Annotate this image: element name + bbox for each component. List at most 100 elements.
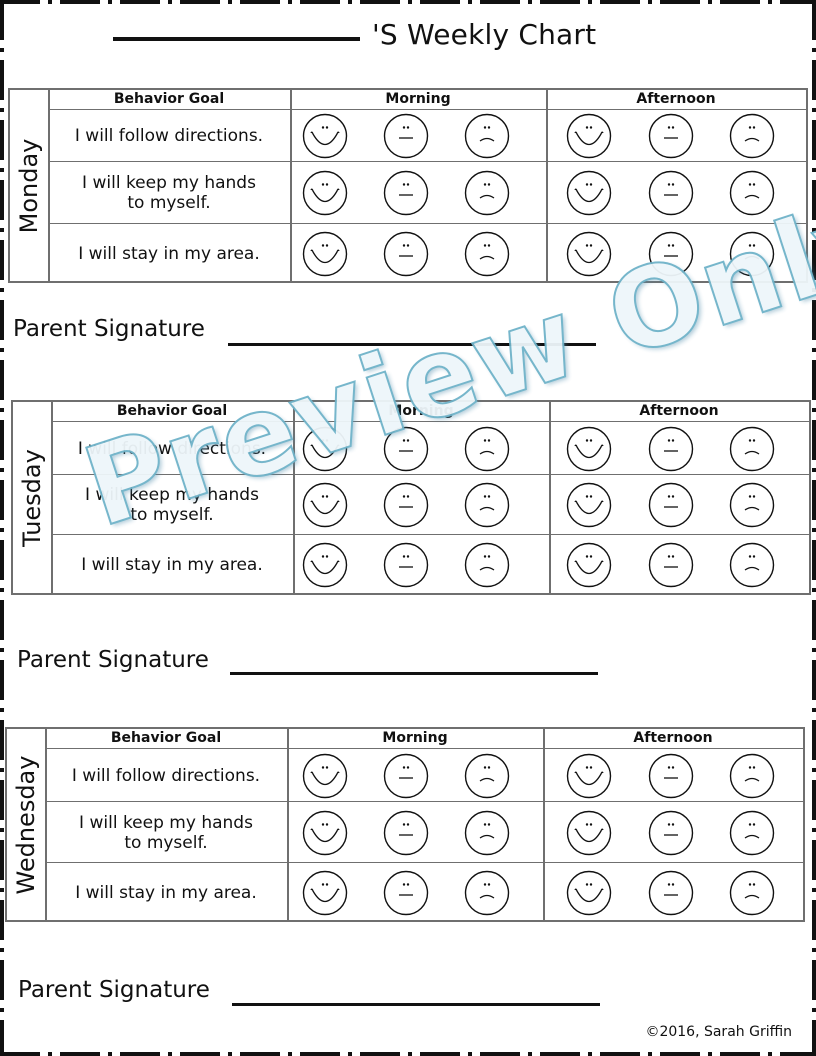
sad-face-icon[interactable]: [729, 113, 775, 159]
neutral-face-icon[interactable]: [648, 170, 694, 216]
column-divider: [287, 729, 289, 920]
behavior-goal-text: I will keep my hands to myself.: [79, 812, 253, 853]
neutral-face-icon[interactable]: [383, 482, 429, 528]
sad-face-icon[interactable]: [729, 170, 775, 216]
happy-face-icon[interactable]: [566, 231, 612, 277]
chart-title: 'S Weekly Chart: [0, 10, 816, 51]
neutral-face-icon[interactable]: [648, 870, 694, 916]
happy-face-icon[interactable]: [302, 482, 348, 528]
column-divider: [549, 402, 551, 593]
column-divider: [293, 402, 295, 593]
parent-signature-line[interactable]: [232, 1003, 600, 1006]
neutral-face-icon[interactable]: [383, 810, 429, 856]
happy-face-icon[interactable]: [566, 870, 612, 916]
page-border-top: [0, 0, 816, 4]
sad-face-icon[interactable]: [729, 810, 775, 856]
header-behavior-goal: Behavior Goal: [48, 90, 290, 110]
sad-face-icon[interactable]: [729, 542, 775, 588]
day-column: Monday: [10, 90, 50, 281]
behavior-goal-text: I will follow directions.: [77, 439, 267, 459]
sad-face-icon[interactable]: [464, 113, 510, 159]
sad-face-icon[interactable]: [464, 810, 510, 856]
happy-face-icon[interactable]: [302, 810, 348, 856]
happy-face-icon[interactable]: [302, 113, 348, 159]
behavior-table-tuesday: Tuesday Behavior Goal Morning Afternoon I wi…: [11, 400, 811, 595]
sad-face-icon[interactable]: [729, 482, 775, 528]
header-morning: Morning: [290, 90, 546, 110]
behavior-goal-text: I will keep my hands to myself.: [85, 485, 259, 525]
column-divider: [546, 90, 548, 281]
parent-signature-label: Parent Signature: [18, 977, 210, 1003]
day-label: Monday: [15, 138, 43, 233]
sad-face-icon[interactable]: [729, 426, 775, 472]
parent-signature-label: Parent Signature: [13, 316, 205, 342]
neutral-face-icon[interactable]: [648, 482, 694, 528]
header-behavior-goal: Behavior Goal: [45, 729, 287, 749]
sad-face-icon[interactable]: [464, 542, 510, 588]
sad-face-icon[interactable]: [464, 426, 510, 472]
happy-face-icon[interactable]: [302, 870, 348, 916]
day-column: Wednesday: [7, 729, 47, 920]
neutral-face-icon[interactable]: [648, 113, 694, 159]
neutral-face-icon[interactable]: [648, 231, 694, 277]
happy-face-icon[interactable]: [566, 426, 612, 472]
column-divider: [290, 90, 292, 281]
behavior-table-monday: Monday Behavior Goal Morning Afternoon I wil…: [8, 88, 808, 283]
neutral-face-icon[interactable]: [383, 870, 429, 916]
behavior-goal-text: I will stay in my area.: [78, 243, 260, 264]
header-morning: Morning: [287, 729, 543, 749]
day-column: Tuesday: [13, 402, 53, 593]
sad-face-icon[interactable]: [464, 753, 510, 799]
neutral-face-icon[interactable]: [383, 426, 429, 472]
sad-face-icon[interactable]: [464, 870, 510, 916]
happy-face-icon[interactable]: [566, 170, 612, 216]
neutral-face-icon[interactable]: [383, 542, 429, 588]
header-afternoon: Afternoon: [546, 90, 806, 110]
happy-face-icon[interactable]: [566, 753, 612, 799]
day-label: Wednesday: [12, 755, 40, 894]
page-border-right: [812, 0, 816, 1056]
title-text: 'S Weekly Chart: [372, 18, 597, 51]
parent-signature-line[interactable]: [230, 672, 598, 675]
happy-face-icon[interactable]: [302, 753, 348, 799]
behavior-goal-text: I will stay in my area.: [75, 882, 257, 903]
neutral-face-icon[interactable]: [648, 810, 694, 856]
page-border-bottom: [0, 1052, 816, 1056]
behavior-goal-text: I will follow directions.: [74, 126, 264, 146]
sad-face-icon[interactable]: [464, 231, 510, 277]
behavior-goal-text: I will stay in my area.: [81, 555, 263, 575]
parent-signature-line[interactable]: [228, 343, 596, 346]
day-label: Tuesday: [18, 448, 46, 547]
neutral-face-icon[interactable]: [648, 542, 694, 588]
parent-signature-label: Parent Signature: [17, 647, 209, 673]
neutral-face-icon[interactable]: [648, 426, 694, 472]
happy-face-icon[interactable]: [302, 426, 348, 472]
sad-face-icon[interactable]: [729, 870, 775, 916]
happy-face-icon[interactable]: [566, 810, 612, 856]
happy-face-icon[interactable]: [302, 170, 348, 216]
happy-face-icon[interactable]: [302, 231, 348, 277]
student-name-blank[interactable]: [113, 37, 360, 41]
neutral-face-icon[interactable]: [648, 753, 694, 799]
happy-face-icon[interactable]: [566, 542, 612, 588]
header-afternoon: Afternoon: [549, 402, 809, 422]
happy-face-icon[interactable]: [302, 542, 348, 588]
sad-face-icon[interactable]: [729, 231, 775, 277]
page-border-left: [0, 0, 4, 1056]
header-behavior-goal: Behavior Goal: [51, 402, 293, 422]
happy-face-icon[interactable]: [566, 113, 612, 159]
neutral-face-icon[interactable]: [383, 113, 429, 159]
header-afternoon: Afternoon: [543, 729, 803, 749]
neutral-face-icon[interactable]: [383, 231, 429, 277]
column-divider: [543, 729, 545, 920]
neutral-face-icon[interactable]: [383, 170, 429, 216]
behavior-table-wednesday: Wednesday Behavior Goal Morning Afternoon I …: [5, 727, 805, 922]
header-morning: Morning: [293, 402, 549, 422]
sad-face-icon[interactable]: [464, 170, 510, 216]
neutral-face-icon[interactable]: [383, 753, 429, 799]
sad-face-icon[interactable]: [464, 482, 510, 528]
sad-face-icon[interactable]: [729, 753, 775, 799]
happy-face-icon[interactable]: [566, 482, 612, 528]
copyright-notice: ©2016, Sarah Griffin: [645, 1024, 792, 1040]
behavior-goal-text: I will follow directions.: [71, 766, 261, 786]
